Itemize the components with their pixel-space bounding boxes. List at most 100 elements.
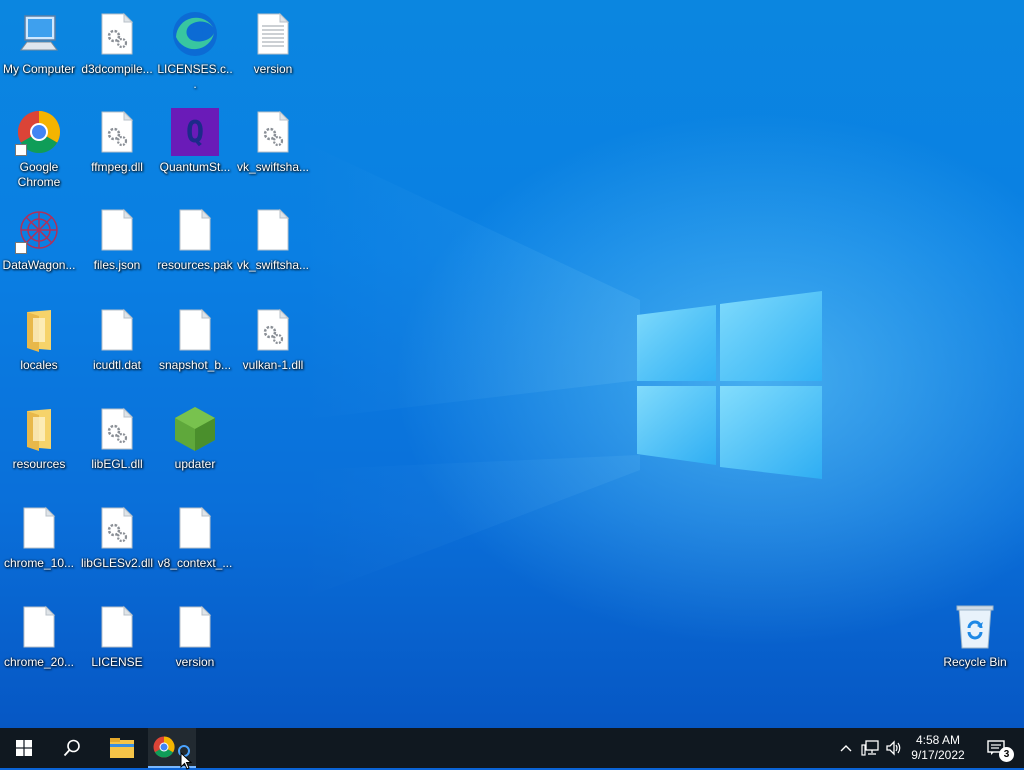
text-file-icon: [249, 10, 297, 58]
icon-label: chrome_20...: [3, 655, 75, 669]
icon-label: LICENSE: [91, 655, 143, 669]
icon-label: QuantumSt...: [159, 160, 231, 174]
search-button[interactable]: [48, 728, 96, 768]
desktop-icon-quantumst[interactable]: Q QuantumSt...: [156, 104, 234, 200]
desktop-icon-vulkan[interactable]: vulkan-1.dll: [234, 302, 312, 398]
desktop-icon-snapshot-blob[interactable]: snapshot_b...: [156, 302, 234, 398]
updater-hexagon-icon: [171, 405, 219, 453]
icon-label: locales: [20, 358, 58, 372]
desktop-icon-version-2[interactable]: version: [156, 599, 234, 695]
shortcut-arrow-icon: [15, 242, 27, 254]
folder-icon: [15, 405, 63, 453]
taskbar: 4:58 AM 9/17/2022 3: [0, 728, 1024, 770]
desktop-icon-my-computer[interactable]: My Computer: [0, 6, 78, 102]
desktop-icon-d3dcompiler[interactable]: d3dcompile...: [78, 6, 156, 102]
chrome-icon: [153, 736, 175, 758]
clock-button[interactable]: 4:58 AM 9/17/2022: [906, 728, 970, 768]
taskbar-file-explorer[interactable]: [98, 728, 146, 768]
file-icon: [171, 306, 219, 354]
action-center-button[interactable]: 3: [976, 728, 1016, 768]
icon-label: files.json: [93, 258, 141, 272]
start-button[interactable]: [0, 728, 48, 768]
computer-icon: [15, 10, 63, 58]
notification-count-badge: 3: [999, 747, 1014, 762]
icon-label: version: [175, 655, 215, 669]
icon-label: snapshot_b...: [158, 358, 232, 372]
icon-label: chrome_10...: [3, 556, 75, 570]
desktop-icon-ffmpeg[interactable]: ffmpeg.dll: [78, 104, 156, 200]
icon-label: libEGL.dll: [91, 457, 143, 471]
folder-icon: [15, 306, 63, 354]
icon-label: DataWagon...: [2, 258, 76, 272]
icon-label: vk_swiftsha...: [236, 160, 310, 174]
network-tray-button[interactable]: [858, 728, 882, 768]
desktop-icon-version[interactable]: version: [234, 6, 312, 102]
dll-file-icon: [93, 504, 141, 552]
icon-label: libGLESv2.dll: [80, 556, 154, 570]
dll-file-icon: [249, 306, 297, 354]
desktop-icon-license[interactable]: LICENSE: [78, 599, 156, 695]
desktop-icon-vk-swiftshader-dll[interactable]: vk_swiftsha...: [234, 104, 312, 200]
dll-file-icon: [93, 405, 141, 453]
desktop-icon-licenses-chromium[interactable]: LICENSES.c...: [156, 6, 234, 102]
recycle-bin-icon: [951, 603, 999, 651]
file-icon: [15, 504, 63, 552]
icon-label: updater: [174, 457, 216, 471]
desktop-icon-locales[interactable]: locales: [0, 302, 78, 398]
volume-icon: [886, 740, 901, 756]
show-hidden-icons-button[interactable]: [836, 728, 856, 768]
search-icon: [63, 739, 80, 757]
windows-start-icon: [16, 740, 32, 756]
icon-label: vk_swiftsha...: [236, 258, 310, 272]
shortcut-arrow-icon: [15, 144, 27, 156]
datawagon-icon: [15, 206, 63, 254]
desktop-icon-libegl[interactable]: libEGL.dll: [78, 401, 156, 497]
desktop-icon-updater[interactable]: updater: [156, 401, 234, 497]
file-icon: [93, 306, 141, 354]
desktop-icon-v8-context[interactable]: v8_context_...: [156, 500, 234, 596]
dll-file-icon: [93, 108, 141, 156]
desktop-icon-libglesv2[interactable]: libGLESv2.dll: [78, 500, 156, 596]
icon-label: icudtl.dat: [92, 358, 142, 372]
desktop-icon-files-json[interactable]: files.json: [78, 202, 156, 298]
dll-file-icon: [249, 108, 297, 156]
desktop[interactable]: My Computer Google Chrome DataWagon... l…: [0, 0, 1024, 728]
icon-label: ffmpeg.dll: [91, 160, 143, 174]
desktop-icon-recycle-bin[interactable]: Recycle Bin: [936, 599, 1014, 695]
network-icon: [861, 740, 879, 756]
icon-label: My Computer: [2, 62, 76, 76]
desktop-icon-google-chrome[interactable]: Google Chrome: [0, 104, 78, 200]
icon-label: Google Chrome: [17, 160, 61, 189]
icon-label: LICENSES.c...: [157, 62, 233, 91]
file-explorer-icon: [110, 738, 134, 758]
desktop-icon-chrome-20[interactable]: chrome_20...: [0, 599, 78, 695]
icon-label: version: [253, 62, 293, 76]
edge-icon: [171, 10, 219, 58]
file-icon: [93, 206, 141, 254]
dll-file-icon: [93, 10, 141, 58]
desktop-icon-resources-pak[interactable]: resources.pak: [156, 202, 234, 298]
quantum-letter: Q: [185, 114, 205, 150]
file-icon: [93, 603, 141, 651]
clock-date: 9/17/2022: [911, 748, 965, 762]
desktop-icon-resources[interactable]: resources: [0, 401, 78, 497]
desktop-icon-chrome-10[interactable]: chrome_10...: [0, 500, 78, 596]
file-icon: [171, 603, 219, 651]
icon-label: Recycle Bin: [943, 655, 1007, 669]
mouse-cursor-icon: [180, 752, 192, 770]
file-icon: [171, 504, 219, 552]
icon-label: vulkan-1.dll: [242, 358, 304, 372]
desktop-icon-icudtl[interactable]: icudtl.dat: [78, 302, 156, 398]
clock-time: 4:58 AM: [915, 733, 961, 747]
icon-label: v8_context_...: [157, 556, 233, 570]
quantum-app-icon: Q: [171, 108, 219, 156]
desktop-icon-vk-swiftshader-json[interactable]: vk_swiftsha...: [234, 202, 312, 298]
icon-label: d3dcompile...: [81, 62, 153, 76]
icon-label: resources.pak: [157, 258, 233, 272]
file-icon: [249, 206, 297, 254]
icon-label: resources: [12, 457, 66, 471]
volume-tray-button[interactable]: [882, 728, 906, 768]
desktop-icon-datawagon[interactable]: DataWagon...: [0, 202, 78, 298]
chrome-icon: [15, 108, 63, 156]
file-icon: [15, 603, 63, 651]
